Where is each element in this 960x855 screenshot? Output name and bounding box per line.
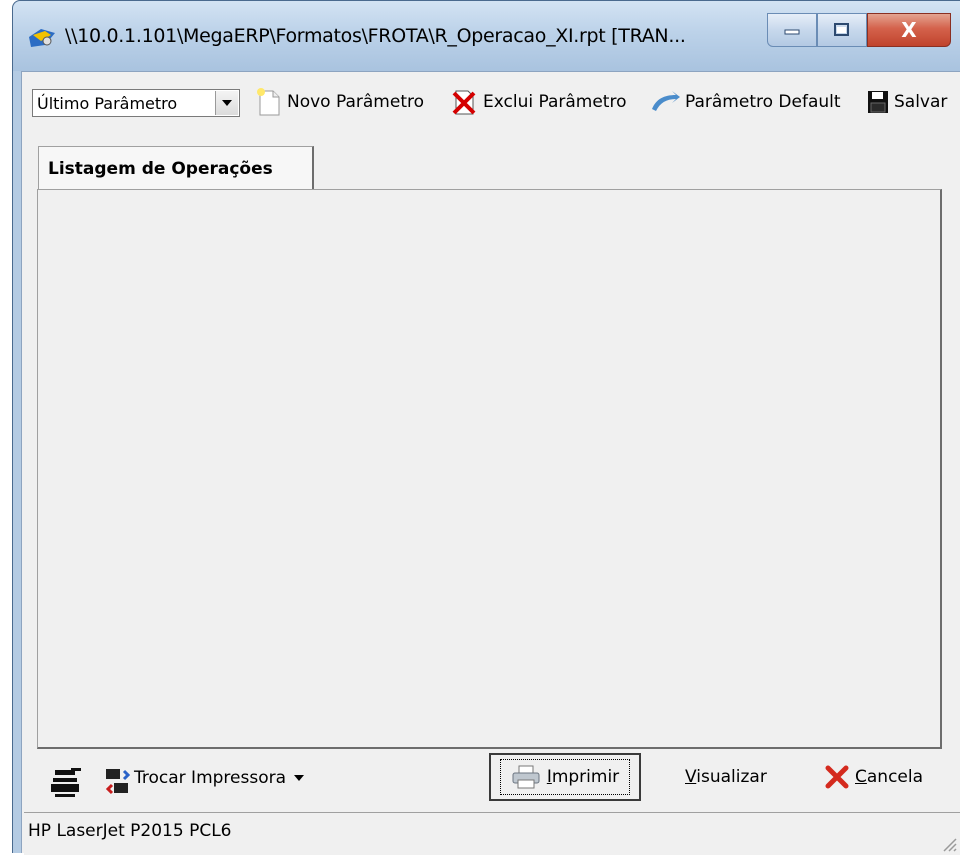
preview-accelerator: V [685, 767, 697, 787]
tab-panel [37, 189, 942, 749]
caret-down-icon [294, 775, 305, 781]
tab-label: Listagem de Operações [48, 158, 273, 179]
report-window: \\10.0.1.101\MegaERP\Formatos\FROTA\R_Op… [12, 0, 960, 855]
save-button[interactable]: Salvar [867, 86, 947, 118]
print-button-focus: Imprimir [499, 759, 631, 795]
action-bar: Trocar Impressora Imprimir Visualizar C … [22, 752, 960, 812]
swap-printer-icon[interactable] [104, 765, 132, 799]
cancel-x-icon [825, 765, 849, 789]
preview-button[interactable]: Visualizar [685, 767, 767, 787]
parameter-select-value: Último Parâmetro [37, 94, 178, 113]
floppy-disk-icon [868, 91, 888, 113]
new-document-icon [257, 88, 280, 116]
cancel-button[interactable]: Cancela [824, 764, 923, 790]
delete-parameter-button[interactable]: Exclui Parâmetro [450, 86, 627, 118]
save-label: Salvar [894, 92, 948, 112]
default-parameter-label: Parâmetro Default [685, 92, 841, 112]
title-bar[interactable]: \\10.0.1.101\MegaERP\Formatos\FROTA\R_Op… [13, 1, 960, 71]
dropdown-button[interactable] [215, 91, 238, 115]
print-label: mprimir [551, 767, 620, 787]
tab-listagem-de-operacoes[interactable]: Listagem de Operações [38, 146, 314, 190]
close-icon: X [901, 18, 917, 42]
change-printer-dropdown[interactable]: Trocar Impressora [134, 768, 305, 788]
client-area: Último Parâmetro Novo Parâmetro Exclui P… [21, 71, 960, 855]
default-arrow-icon [652, 91, 680, 111]
app-icon[interactable] [27, 23, 57, 51]
delete-parameter-label: Exclui Parâmetro [483, 92, 627, 112]
delete-document-icon [452, 90, 476, 115]
minimize-icon [784, 29, 800, 35]
printer-icon [512, 765, 540, 789]
change-printer-label: Trocar Impressora [134, 768, 287, 788]
cancel-label: ancela [866, 767, 924, 787]
window-title: \\10.0.1.101\MegaERP\Formatos\FROTA\R_Op… [65, 25, 686, 47]
default-parameter-button[interactable]: Parâmetro Default [650, 86, 841, 118]
maximize-button[interactable] [817, 13, 867, 47]
parameter-select[interactable]: Último Parâmetro [32, 89, 240, 117]
chevron-down-icon [222, 100, 232, 106]
printer-name-status: HP LaserJet P2015 PCL6 [28, 821, 232, 841]
status-bar: HP LaserJet P2015 PCL6 [24, 812, 960, 855]
resize-grip-icon[interactable] [940, 835, 958, 853]
caption-buttons: X [767, 13, 951, 47]
cancel-accelerator: C [855, 767, 867, 787]
close-button[interactable]: X [867, 13, 951, 47]
preview-label: isualizar [696, 767, 767, 787]
new-parameter-button[interactable]: Novo Parâmetro [256, 86, 424, 118]
printer-settings-icon[interactable] [49, 766, 89, 800]
print-button[interactable]: Imprimir [489, 753, 641, 801]
new-parameter-label: Novo Parâmetro [287, 92, 424, 112]
minimize-button[interactable] [767, 13, 817, 47]
maximize-icon [834, 23, 849, 36]
toolbar: Último Parâmetro Novo Parâmetro Exclui P… [22, 72, 960, 136]
